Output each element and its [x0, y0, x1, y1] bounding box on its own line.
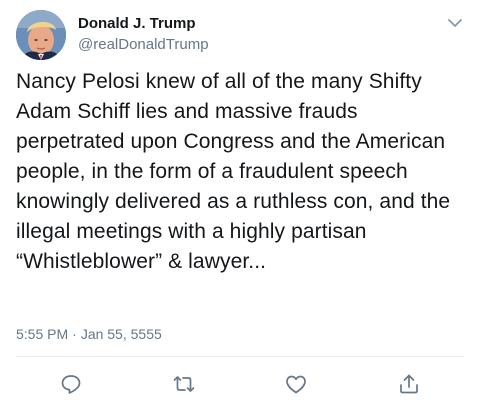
- heart-icon: [284, 372, 308, 396]
- share-icon: [397, 372, 421, 396]
- timestamp-separator: ·: [72, 326, 77, 342]
- comment-icon: [59, 372, 83, 396]
- tweet-time: 5:55 PM: [16, 326, 69, 342]
- reply-button[interactable]: [59, 372, 83, 396]
- retweet-button[interactable]: [172, 372, 196, 396]
- display-name[interactable]: Donald J. Trump: [78, 14, 209, 33]
- like-button[interactable]: [284, 372, 308, 396]
- tweet-text: Nancy Pelosi knew of all of the many Shi…: [16, 70, 457, 273]
- tweet-actions: [0, 372, 480, 398]
- chevron-down-icon[interactable]: [446, 14, 464, 32]
- retweet-icon: [172, 372, 196, 396]
- tweet-card: Donald J. Trump @realDonaldTrump Nancy P…: [0, 0, 480, 410]
- share-button[interactable]: [397, 372, 421, 396]
- user-handle[interactable]: @realDonaldTrump: [78, 35, 209, 55]
- tweet-header: Donald J. Trump @realDonaldTrump: [16, 10, 464, 60]
- avatar[interactable]: [16, 10, 66, 60]
- divider: [16, 356, 464, 357]
- avatar-image: [16, 10, 66, 60]
- tweet-timestamp[interactable]: 5:55 PM · Jan 55, 5555: [16, 326, 162, 342]
- author-names: Donald J. Trump @realDonaldTrump: [78, 14, 209, 55]
- tweet-date: Jan 55, 5555: [80, 326, 162, 342]
